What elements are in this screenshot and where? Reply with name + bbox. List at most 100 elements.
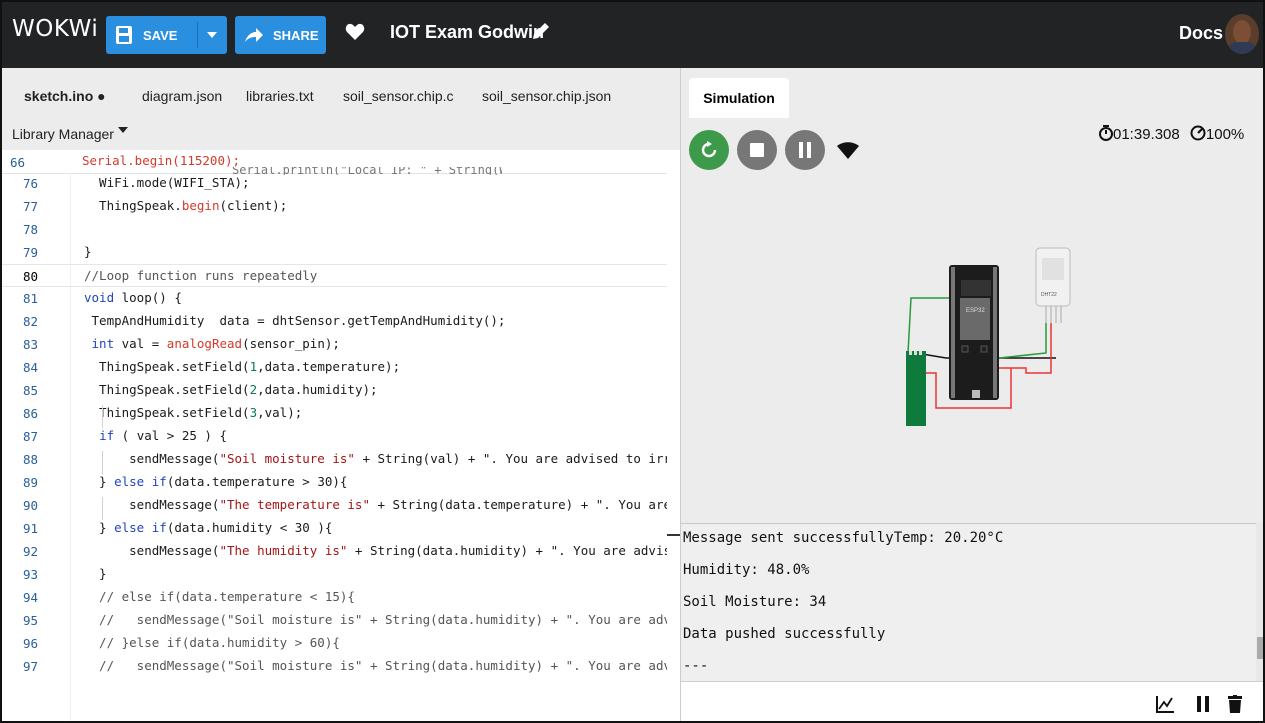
heart-icon[interactable] (345, 22, 365, 42)
chevron-down-icon[interactable] (118, 126, 128, 134)
code-line[interactable]: 82 TempAndHumidity data = dhtSensor.getT… (2, 310, 667, 333)
tab-libraries-txt[interactable]: libraries.txt (246, 88, 314, 104)
plotter-button[interactable] (1151, 690, 1179, 718)
dht22-label: DHT22 (1041, 292, 1057, 298)
stop-button[interactable] (737, 130, 777, 170)
wire-green-dht[interactable] (998, 323, 1047, 359)
line-number: 91 (23, 521, 39, 536)
line-number: 88 (23, 452, 39, 467)
line-number: 86 (23, 406, 39, 421)
soil-moisture-sensor[interactable] (906, 351, 926, 426)
line-number: 94 (23, 590, 39, 605)
share-button[interactable]: SHARE (235, 16, 326, 54)
dht22-sensor[interactable]: DHT22 (1035, 247, 1071, 323)
code-line[interactable]: 76 WiFi.mode(WIFI_STA); (2, 174, 667, 195)
code-text: sendMessage("The temperature is" + Strin… (84, 497, 667, 512)
code-text: //Loop function runs repeatedly (84, 268, 318, 283)
code-line[interactable]: 92 sendMessage("The humidity is" + Strin… (2, 540, 667, 563)
pause-button[interactable] (785, 130, 825, 170)
code-line[interactable]: 85 ThingSpeak.setField(2,data.humidity); (2, 379, 667, 402)
code-line[interactable]: 95 // sendMessage("Soil moisture is" + S… (2, 609, 667, 632)
save-button[interactable]: SAVE (106, 16, 227, 54)
tab-sketch-ino[interactable]: sketch.ino ● (24, 88, 106, 104)
code-line[interactable]: 96 // }else if(data.humidity > 60){ (2, 632, 667, 655)
sticky-scroll-line[interactable]: 66 Serial.begin(115200); Serial.println(… (2, 150, 667, 175)
simulation-speed: 100% (1205, 126, 1245, 143)
code-text: sendMessage("Soil moisture is" + String(… (84, 451, 667, 466)
code-line[interactable]: 80 //Loop function runs repeatedly (2, 264, 667, 287)
code-editor[interactable]: 76 WiFi.mode(WIFI_STA); 77 ThingSpeak.beg… (2, 174, 667, 721)
trash-icon (1228, 695, 1242, 713)
line-number: 96 (23, 636, 39, 651)
restart-icon (701, 141, 717, 158)
code-line[interactable]: 77 ThingSpeak.begin(client); (2, 195, 667, 218)
code-line[interactable]: 81 void loop() { (2, 287, 667, 310)
tab-soil-sensor-chip-c[interactable]: soil_sensor.chip.c (343, 88, 454, 104)
code-line[interactable]: 84 ThingSpeak.setField(1,data.temperatur… (2, 356, 667, 379)
editor-panel: sketch.ino ● diagram.json libraries.txt … (2, 68, 680, 721)
library-manager-button[interactable]: Library Manager (12, 126, 114, 142)
code-line[interactable]: 97 // sendMessage("Soil moisture is" + S… (2, 655, 667, 678)
code-line[interactable]: 93 } (2, 563, 667, 586)
docs-link[interactable]: Docs (1179, 23, 1223, 44)
avatar[interactable] (1225, 14, 1259, 54)
editor-tabs: sketch.ino ● diagram.json libraries.txt … (2, 68, 680, 118)
code-line[interactable]: 91 } else if(data.humidity < 30 ){ (2, 517, 667, 540)
line-number: 87 (23, 429, 39, 444)
stop-icon (750, 143, 764, 157)
line-number: 83 (23, 337, 39, 352)
clear-serial-button[interactable] (1221, 690, 1249, 718)
save-label: SAVE (143, 27, 178, 43)
pause-icon (799, 142, 811, 158)
serial-output-line: Message sent successfullyTemp: 20.20°C (683, 530, 1004, 546)
project-title: IOT Exam Godwin (390, 22, 545, 42)
wokwi-logo[interactable]: WOKWi (12, 16, 98, 42)
code-text: int val = analogRead(sensor_pin); (91, 336, 340, 351)
wire-green[interactable] (907, 297, 949, 354)
code-line[interactable]: 87 if ( val > 25 ) { (2, 425, 667, 448)
tab-soil-sensor-chip-json[interactable]: soil_sensor.chip.json (482, 88, 611, 104)
line-number: 79 (23, 245, 39, 260)
code-line[interactable]: 78 (2, 218, 667, 241)
save-icon (116, 26, 132, 44)
code-line[interactable]: 79} (2, 241, 667, 264)
wifi-icon[interactable] (837, 142, 859, 160)
simulation-timer: 01:39.308 100% (1099, 125, 1244, 143)
serial-monitor[interactable]: Message sent successfullyTemp: 20.20°C Hu… (681, 523, 1256, 681)
code-line[interactable]: 83 int val = analogRead(sensor_pin); (2, 333, 667, 356)
code-text: TempAndHumidity data = dhtSensor.getTemp… (84, 313, 506, 328)
line-number: 76 (23, 176, 39, 191)
tab-simulation[interactable]: Simulation (689, 78, 789, 118)
code-text: // sendMessage("Soil moisture is" + Stri… (84, 658, 667, 673)
chevron-down-icon[interactable] (207, 31, 217, 39)
code-text: // }else if(data.humidity > 60){ (84, 635, 340, 650)
serial-output-line: Soil Moisture: 34 (683, 594, 827, 610)
code-text: sendMessage("The humidity is" + String(d… (84, 543, 667, 558)
line-number: 85 (23, 383, 39, 398)
serial-scrollbar[interactable] (1256, 523, 1263, 681)
tab-diagram-json[interactable]: diagram.json (142, 88, 222, 104)
scrollbar-thumb[interactable] (1257, 637, 1263, 659)
esp32-label: ESP32 (966, 308, 985, 314)
serial-pause-button[interactable] (1189, 690, 1217, 718)
line-number: 92 (23, 544, 39, 559)
line-number: 84 (23, 360, 39, 375)
chart-line-icon (1156, 696, 1174, 713)
code-text: ThingSpeak.setField(2,data.humidity); (84, 382, 378, 397)
speed-gauge-icon (1190, 125, 1206, 141)
pencil-icon[interactable] (530, 20, 552, 42)
line-number: 81 (23, 291, 39, 306)
code-line[interactable]: 94 // else if(data.temperature < 15){ (2, 586, 667, 609)
save-separator (197, 22, 198, 48)
restart-button[interactable] (689, 130, 729, 170)
line-number: 97 (23, 659, 39, 674)
editor-splitter-handle[interactable] (667, 534, 680, 536)
code-text: // else if(data.temperature < 15){ (84, 589, 355, 604)
circuit-diagram[interactable]: ESP32 DHT22 (681, 178, 1264, 523)
code-line[interactable]: 89 } else if(data.temperature > 30){ (2, 471, 667, 494)
line-number: 77 (23, 199, 39, 214)
code-text: } (84, 566, 107, 581)
code-text: } else if(data.temperature > 30){ (84, 474, 348, 489)
esp32-board[interactable]: ESP32 (949, 265, 999, 400)
code-text: ThingSpeak.setField(1,data.temperature); (84, 359, 401, 374)
